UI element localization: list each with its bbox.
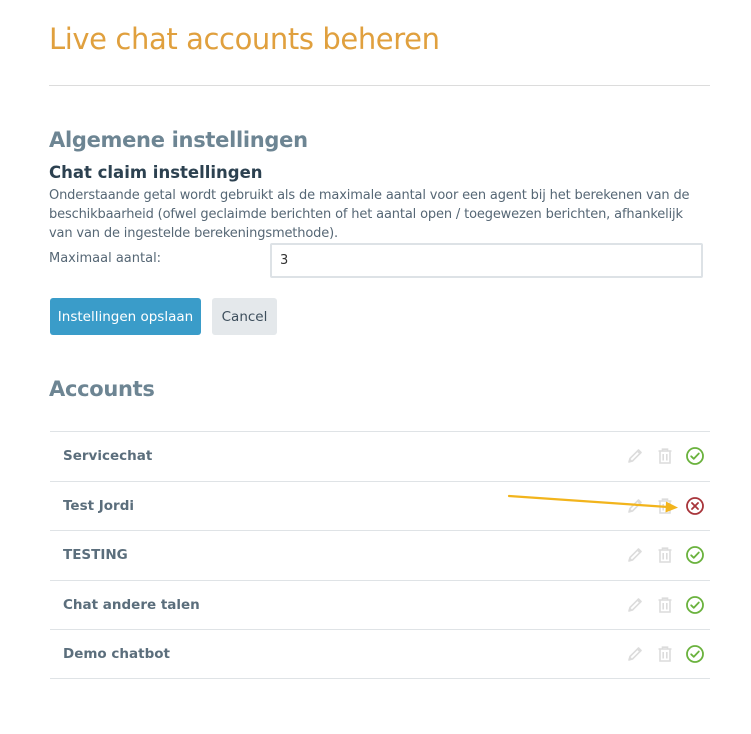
check-circle-icon[interactable]: [685, 644, 705, 664]
trash-icon[interactable]: [655, 446, 675, 466]
account-name: Test Jordi: [63, 497, 135, 514]
chat-claim-heading: Chat claim instellingen: [49, 163, 263, 182]
accounts-heading: Accounts: [49, 377, 155, 401]
row-actions: [625, 644, 705, 664]
account-name: Demo chatbot: [63, 646, 170, 662]
trash-icon[interactable]: [655, 496, 675, 516]
trash-icon[interactable]: [655, 545, 675, 565]
accounts-list: Servicechat Test Jordi TESTING Chat ande…: [50, 431, 710, 679]
general-settings-heading: Algemene instellingen: [49, 128, 308, 152]
account-row: TESTING: [50, 530, 710, 580]
account-name: TESTING: [63, 547, 128, 563]
trash-icon[interactable]: [655, 595, 675, 615]
account-row: Test Jordi: [50, 480, 710, 531]
check-circle-icon[interactable]: [685, 595, 705, 615]
x-circle-icon[interactable]: [685, 496, 705, 516]
page-title: Live chat accounts beheren: [49, 22, 440, 56]
row-actions: [625, 595, 705, 615]
chat-claim-description: Onderstaande getal wordt gebruikt als de…: [49, 188, 690, 241]
save-settings-button[interactable]: Instellingen opslaan: [50, 298, 201, 335]
row-actions: [625, 496, 705, 516]
account-row: Chat andere talen: [50, 579, 710, 630]
max-count-label: Maximaal aantal:: [49, 251, 162, 266]
pencil-icon[interactable]: [625, 496, 645, 516]
cancel-button[interactable]: Cancel: [212, 298, 277, 335]
account-row: Demo chatbot: [50, 629, 710, 679]
pencil-icon[interactable]: [625, 545, 645, 565]
pencil-icon[interactable]: [625, 446, 645, 466]
max-count-input[interactable]: [270, 243, 703, 278]
account-row: Servicechat: [50, 431, 710, 481]
check-circle-icon[interactable]: [685, 446, 705, 466]
row-actions: [625, 545, 705, 565]
account-name: Servicechat: [63, 448, 153, 464]
pencil-icon[interactable]: [625, 644, 645, 664]
trash-icon[interactable]: [655, 644, 675, 664]
pencil-icon[interactable]: [625, 595, 645, 615]
account-name: Chat andere talen: [63, 596, 200, 613]
title-divider: [49, 85, 710, 86]
check-circle-icon[interactable]: [685, 545, 705, 565]
row-actions: [625, 446, 705, 466]
